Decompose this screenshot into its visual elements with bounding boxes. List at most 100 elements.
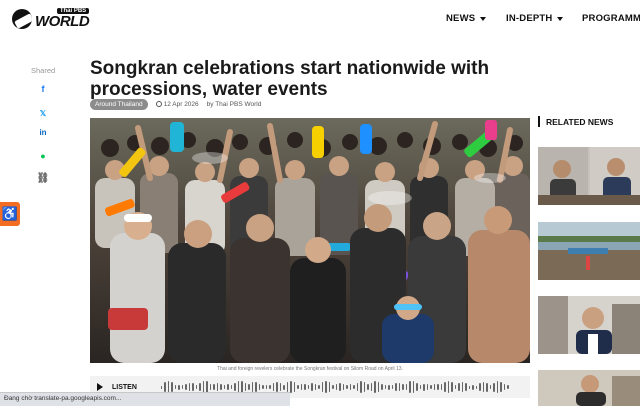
waveform-bar (255, 382, 257, 392)
nav-news[interactable]: NEWS (446, 13, 487, 24)
clock-icon (155, 101, 162, 107)
waveform-bar (283, 384, 285, 390)
chevron-down-icon (480, 16, 487, 21)
share-label: Shared (31, 66, 56, 75)
share-facebook-button[interactable]: f (34, 80, 52, 98)
waveform-bar (482, 381, 485, 393)
waveform-bar (174, 384, 177, 390)
waveform-bar (472, 384, 474, 390)
waveform-bar (465, 383, 467, 391)
heading-accent-bar (538, 116, 540, 127)
waveform-bar (181, 384, 184, 390)
waveform-bar (416, 382, 418, 392)
waveform-bar (444, 381, 446, 393)
waveform-bar (223, 384, 226, 390)
waveform-bar (276, 381, 278, 393)
share-linkedin-button[interactable]: in (34, 123, 52, 141)
accessibility-button[interactable]: ♿ (0, 202, 20, 226)
related-thumb-4[interactable] (538, 370, 640, 406)
waveform-bar (318, 384, 320, 390)
waveform-bar (332, 384, 334, 390)
waveform-bar (451, 382, 453, 392)
browser-status-bar: Đang chờ translate-pa.googleapis.com... (0, 392, 290, 406)
waveform-bar (370, 383, 373, 391)
waveform-bar (405, 383, 408, 391)
waveform-bar (447, 380, 450, 394)
share-line-button[interactable]: ● (34, 147, 52, 165)
waveform-bar (234, 383, 236, 391)
waveform-bar (269, 384, 271, 390)
waveform-bar (220, 384, 222, 390)
site-logo[interactable]: Thai PBS WORLD (12, 8, 90, 30)
waveform-bar (507, 384, 509, 390)
link-icon: ⛓ (36, 172, 50, 184)
waveform-bar (286, 381, 289, 393)
waveform-bar (398, 382, 401, 392)
waveform-bar (230, 385, 233, 389)
hero-image (90, 118, 530, 363)
related-image-3 (538, 296, 640, 354)
copy-link-button[interactable]: ⛓ (34, 169, 52, 187)
waveform-bar (304, 384, 306, 390)
waveform-bar (486, 382, 488, 392)
waveform-bar (377, 381, 380, 393)
waveform-bar (360, 381, 362, 393)
nav-in-depth-label: IN-DEPTH (506, 13, 553, 24)
line-icon: ● (40, 151, 46, 161)
waveform-bar (251, 382, 254, 392)
waveform-bar (307, 384, 310, 390)
waveform-bar (433, 383, 436, 391)
waveform-bar (164, 382, 166, 392)
waveform-bar (297, 385, 299, 389)
waveform-bar (426, 383, 429, 391)
waveform-bar (458, 382, 460, 392)
waveform-bar (493, 382, 495, 392)
waveform-bar (367, 384, 369, 390)
waveform-bar (325, 380, 327, 394)
related-thumb-3[interactable] (538, 296, 640, 354)
waveform-bar (430, 385, 432, 389)
waveform-bar (391, 385, 394, 389)
waveform-bar (356, 383, 359, 391)
waveform-bar (468, 385, 471, 389)
waveform-bar (258, 384, 261, 390)
nav-in-depth[interactable]: IN-DEPTH (506, 13, 564, 24)
logo-mark-icon (12, 8, 32, 29)
x-icon: 𝕏 (39, 108, 47, 118)
waveform-bar (503, 384, 506, 390)
waveform-bar (500, 381, 502, 393)
byline: by Thai PBS World (206, 101, 262, 108)
waveform-bar (213, 384, 215, 390)
waveform-bar (419, 385, 422, 389)
waveform-bar (454, 385, 457, 389)
category-tag[interactable]: Around Thailand (90, 99, 148, 110)
article-meta: Around Thailand 12 Apr 2026 by Thai PBS … (90, 99, 261, 110)
waveform-bar (300, 384, 303, 390)
related-thumb-2[interactable] (538, 222, 640, 280)
nav-programme-label: PROGRAMME (582, 13, 640, 24)
logo-bottom-text: WORLD (35, 13, 90, 30)
waveform-bar (199, 382, 201, 392)
nav-programme[interactable]: PROGRAMME (582, 13, 640, 24)
waveform-bar (440, 384, 443, 390)
related-thumb-1[interactable] (538, 147, 640, 205)
waveform-bar (290, 380, 292, 394)
image-caption: Thai and foreign revelers celebrate the … (217, 366, 403, 372)
waveform-bar (423, 383, 425, 391)
share-x-button[interactable]: 𝕏 (34, 104, 52, 122)
waveform-bar (437, 384, 439, 390)
waveform-bar (342, 383, 345, 391)
waveform-bar (160, 385, 163, 389)
waveform-bar (349, 384, 352, 390)
waveform-bar (363, 381, 366, 393)
linkedin-icon: in (39, 127, 47, 137)
waveform-bar (496, 380, 499, 394)
waveform-bar (265, 384, 268, 390)
play-icon[interactable] (97, 383, 103, 391)
facebook-icon: f (41, 84, 45, 94)
waveform-bar (384, 384, 387, 390)
waveform-bar (374, 381, 376, 393)
waveform-bar (475, 385, 478, 389)
publish-date: 12 Apr 2026 (155, 101, 199, 108)
waveform-bar (409, 381, 411, 393)
